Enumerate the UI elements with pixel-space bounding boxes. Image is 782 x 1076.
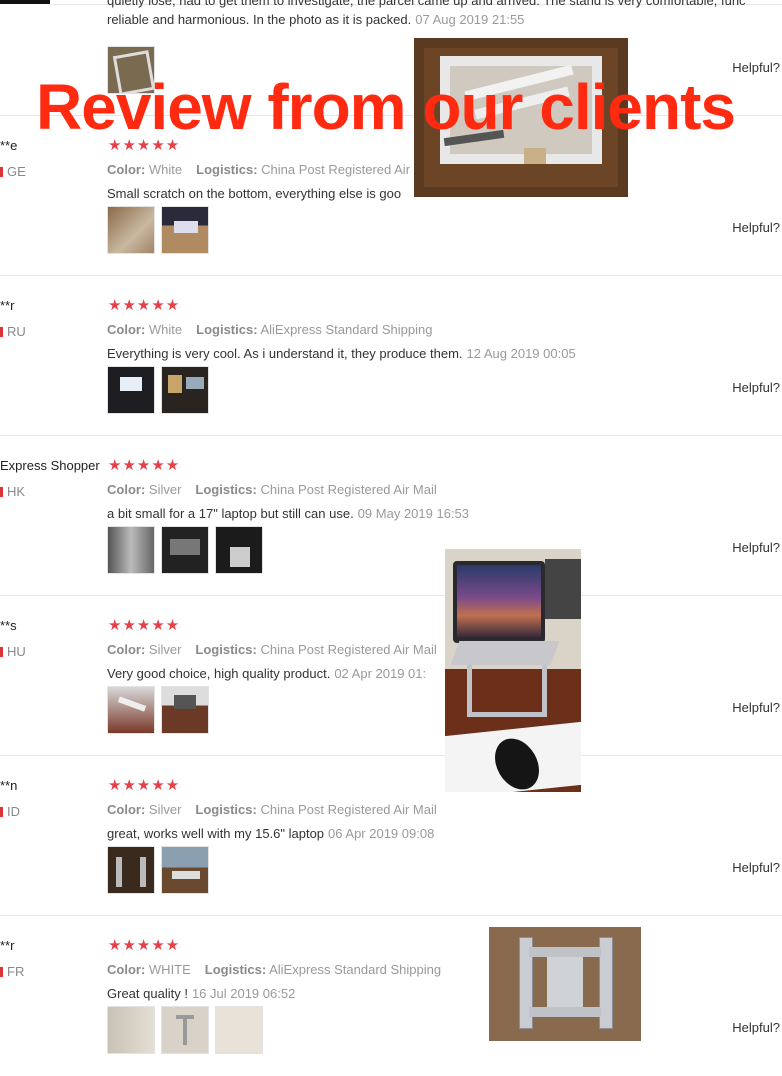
color-value: White <box>148 162 183 177</box>
product-photo-stand <box>489 927 641 1041</box>
review-meta: Color: Silver Logistics: China Post Regis… <box>107 482 437 497</box>
review-item: **s HU ★★★★★ Color: Silver Logistics: Chi… <box>0 595 782 756</box>
reviewer-country: GE <box>0 164 26 179</box>
review-photo-thumbnail[interactable] <box>161 526 209 574</box>
reviewer-name: **s <box>0 618 17 633</box>
review-thumbnails <box>107 686 209 734</box>
review-text-line-1: quietly lose, had to get them to investi… <box>107 0 746 8</box>
reviewer-name: **n <box>0 778 18 793</box>
flag-icon <box>0 967 3 977</box>
color-value: White <box>148 322 183 337</box>
reviewer-country: HU <box>0 644 26 659</box>
review-meta: Color: Silver Logistics: China Post Regis… <box>107 642 437 657</box>
review-date: 02 Apr 2019 01: <box>334 666 427 681</box>
review-text: great, works well with my 15.6" laptop 06… <box>107 826 435 841</box>
review-thumbnails <box>107 1006 263 1054</box>
rating-stars: ★★★★★ <box>108 297 181 314</box>
helpful-button[interactable]: Helpful? <box>732 380 780 395</box>
review-date: 16 Jul 2019 06:52 <box>191 986 296 1001</box>
review-text: quietly lose, had to get them to investi… <box>107 0 782 29</box>
review-thumbnails <box>107 206 209 254</box>
review-photo-thumbnail[interactable] <box>161 206 209 254</box>
review-text: Great quality ! 16 Jul 2019 06:52 <box>107 986 296 1001</box>
reviewer-name: **r <box>0 938 15 953</box>
review-item: Express Shopper HK ★★★★★ Color: Silver Lo… <box>0 435 782 596</box>
flag-icon <box>0 327 3 337</box>
color-value: Silver <box>148 482 182 497</box>
flag-icon <box>0 167 3 177</box>
helpful-button[interactable]: Helpful? <box>732 700 780 715</box>
review-photo-thumbnail[interactable] <box>107 526 155 574</box>
review-thumbnails <box>107 846 209 894</box>
review-photo-thumbnail[interactable] <box>161 1006 209 1054</box>
banner-title: Review from our clients <box>36 71 736 143</box>
review-text: a bit small for a 17" laptop but still c… <box>107 506 470 521</box>
review-thumbnails <box>107 366 209 414</box>
rating-stars: ★★★★★ <box>108 617 181 634</box>
rating-stars: ★★★★★ <box>108 457 181 474</box>
review-text: Very good choice, high quality product. 0… <box>107 666 427 681</box>
reviewer-name: Express Shopper <box>0 458 100 473</box>
helpful-button[interactable]: Helpful? <box>732 220 780 235</box>
review-photo-thumbnail[interactable] <box>161 366 209 414</box>
review-photo-thumbnail[interactable] <box>107 366 155 414</box>
reviewer-name: **e <box>0 138 18 153</box>
rating-stars: ★★★★★ <box>108 937 181 954</box>
review-date: 09 May 2019 16:53 <box>357 506 470 521</box>
logistics-value: AliExpress Standard Shipping <box>269 962 442 977</box>
helpful-button[interactable]: Helpful? <box>732 1020 780 1035</box>
review-photo-thumbnail[interactable] <box>215 526 263 574</box>
review-meta: Color: White Logistics: AliExpress Standa… <box>107 322 433 337</box>
review-date: 07 Aug 2019 21:55 <box>415 12 525 27</box>
logistics-value: AliExpress Standard Shipping <box>260 322 433 337</box>
review-photo-thumbnail[interactable] <box>161 846 209 894</box>
review-photo-thumbnail[interactable] <box>107 1006 155 1054</box>
flag-icon <box>0 647 3 657</box>
logistics-value: China Post Registered Air Mail <box>260 642 437 657</box>
logistics-value: China Post Registered Air Mail <box>260 482 437 497</box>
reviewer-country: FR <box>0 964 24 979</box>
review-meta: Color: White Logistics: China Post Regist… <box>107 162 425 177</box>
color-value: Silver <box>148 642 182 657</box>
flag-icon <box>0 487 3 497</box>
review-item: **r RU ★★★★★ Color: White Logistics: AliE… <box>0 275 782 436</box>
reviewer-country: HK <box>0 484 25 499</box>
logistics-value: China Post Registered Air Mail <box>260 802 437 817</box>
color-value: Silver <box>148 802 182 817</box>
reviewer-name: **r <box>0 298 15 313</box>
review-photo-thumbnail[interactable] <box>107 206 155 254</box>
product-photo-laptop <box>445 549 581 792</box>
review-meta: Color: WHITE Logistics: AliExpress Standa… <box>107 962 442 977</box>
review-text-line-2: reliable and harmonious. In the photo as… <box>107 12 412 27</box>
top-dark-bar <box>0 0 50 4</box>
review-photo-thumbnail[interactable] <box>107 686 155 734</box>
helpful-button[interactable]: Helpful? <box>732 540 780 555</box>
reviewer-country: ID <box>0 804 20 819</box>
review-photo-thumbnail[interactable] <box>107 846 155 894</box>
review-item: **n ID ★★★★★ Color: Silver Logistics: Chi… <box>0 755 782 916</box>
review-text: Everything is very cool. As i understand… <box>107 346 576 361</box>
review-thumbnails <box>107 526 263 574</box>
review-date: 06 Apr 2019 09:08 <box>328 826 435 841</box>
review-item: **r FR ★★★★★ Color: WHITE Logistics: AliE… <box>0 915 782 1076</box>
flag-icon <box>0 807 3 817</box>
helpful-button[interactable]: Helpful? <box>732 860 780 875</box>
review-meta: Color: Silver Logistics: China Post Regis… <box>107 802 437 817</box>
helpful-button[interactable]: Helpful? <box>732 60 780 75</box>
rating-stars: ★★★★★ <box>108 777 181 794</box>
logistics-value: China Post Registered Air M <box>261 162 425 177</box>
review-photo-thumbnail[interactable] <box>215 1006 263 1054</box>
review-photo-thumbnail[interactable] <box>161 686 209 734</box>
review-date: 12 Aug 2019 00:05 <box>466 346 576 361</box>
reviewer-country: RU <box>0 324 26 339</box>
color-value: WHITE <box>148 962 191 977</box>
review-text: Small scratch on the bottom, everything … <box>107 186 402 201</box>
